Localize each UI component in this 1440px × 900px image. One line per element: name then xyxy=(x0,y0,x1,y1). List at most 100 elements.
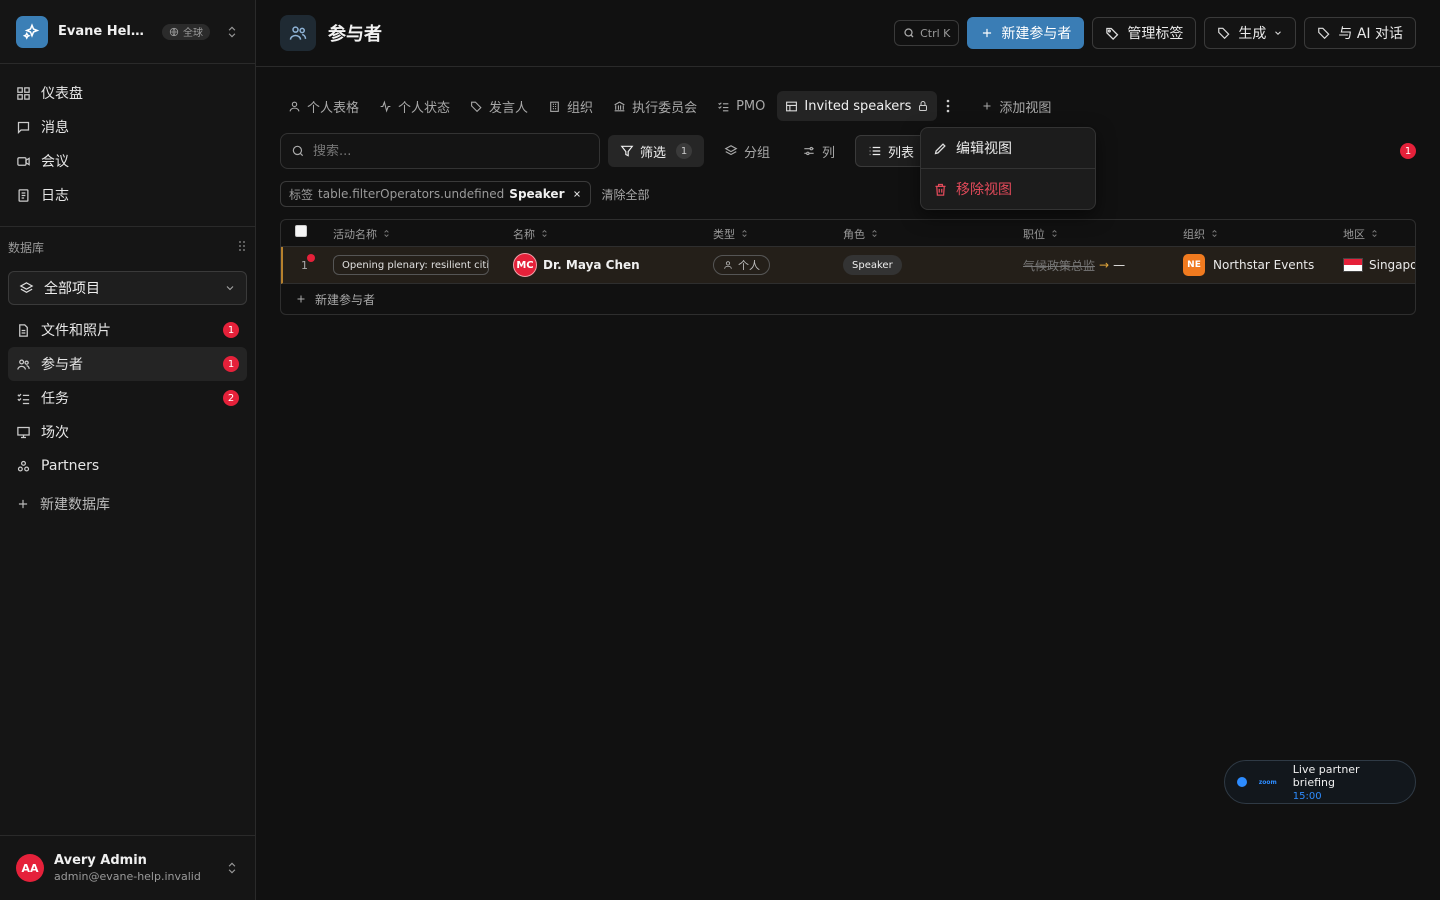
workspace-switcher[interactable]: Evane Help Center 全球 xyxy=(0,0,255,64)
event-pill: Opening plenary: resilient cities xyxy=(333,255,489,275)
new-database-button[interactable]: 新建数据库 xyxy=(8,487,247,521)
add-row-label: 新建参与者 xyxy=(315,292,376,307)
participant-name: Dr. Maya Chen xyxy=(543,258,640,272)
ai-chat-button[interactable]: 与 AI 对话 xyxy=(1304,17,1416,49)
column-header-label: 地区 xyxy=(1343,227,1365,241)
search-box[interactable] xyxy=(280,133,600,169)
column-header-event[interactable]: 活动名称 xyxy=(333,220,391,247)
tag-icon xyxy=(1218,27,1230,40)
search-input[interactable] xyxy=(313,143,573,159)
view-tabs: 个人表格 个人状态 发言人 组织 执行委员会 PMO Invited speak… xyxy=(280,91,1416,121)
chevron-updown-icon xyxy=(225,25,239,39)
filter-chip-operator: table.filterOperators.undefined xyxy=(318,187,505,201)
tab-pmo[interactable]: PMO xyxy=(709,91,773,121)
sidebar-item-tasks[interactable]: 任务 2 xyxy=(8,381,247,415)
type-label: 个人 xyxy=(738,259,760,272)
cell-name[interactable]: MC Dr. Maya Chen xyxy=(513,247,640,283)
meeting-info: Live partner briefing 15:00 xyxy=(1293,763,1403,802)
columns-label: 列 xyxy=(822,145,836,161)
presentation-icon xyxy=(17,426,30,438)
position-new: — xyxy=(1113,258,1126,272)
add-participant-row-button[interactable]: 新建参与者 xyxy=(295,287,375,311)
tab-person-table[interactable]: 个人表格 xyxy=(280,91,367,121)
nav-item-dashboard[interactable]: 仪表盘 xyxy=(8,76,247,110)
column-header-region[interactable]: 地区 xyxy=(1343,220,1379,247)
close-icon[interactable] xyxy=(572,189,582,199)
sidebar-item-partners[interactable]: Partners xyxy=(8,449,247,483)
manage-tags-button[interactable]: 管理标签 xyxy=(1092,17,1197,49)
workspace-logo-icon xyxy=(16,15,48,48)
columns-button[interactable]: 列 xyxy=(790,135,847,167)
edit-view-menu-item[interactable]: 编辑视图 xyxy=(921,128,1095,168)
cell-type[interactable]: 个人 xyxy=(713,247,770,283)
ai-chat-label: 与 AI 对话 xyxy=(1338,26,1403,42)
sidebar-item-sessions[interactable]: 场次 xyxy=(8,415,247,449)
cell-event[interactable]: Opening plenary: resilient cities xyxy=(333,247,489,283)
search-icon xyxy=(904,28,914,38)
nav-item-messages[interactable]: 消息 xyxy=(8,110,247,144)
tags-icon xyxy=(1106,27,1119,40)
person-icon xyxy=(289,101,300,111)
nav-item-meetings[interactable]: 会议 xyxy=(8,144,247,178)
filter-chip[interactable]: 标签 table.filterOperators.undefined Speak… xyxy=(280,181,592,207)
dashboard-icon xyxy=(17,86,30,100)
sidebar-item-participants[interactable]: 参与者 1 xyxy=(8,347,247,381)
cell-region[interactable]: Singapore xyxy=(1343,247,1415,283)
partners-icon xyxy=(17,460,30,471)
tab-executive-committee[interactable]: 执行委员会 xyxy=(605,91,705,121)
nav-item-log[interactable]: 日志 xyxy=(8,178,247,212)
sidebar-item-files[interactable]: 文件和照片 1 xyxy=(8,313,247,347)
column-header-type[interactable]: 类型 xyxy=(713,220,749,247)
tab-invited-speakers[interactable]: Invited speakers xyxy=(777,91,938,121)
cell-role[interactable]: Speaker xyxy=(843,247,902,283)
filter-button[interactable]: 筛选 1 xyxy=(608,135,705,167)
plus-icon xyxy=(983,102,991,110)
organization-logo: NE xyxy=(1183,254,1205,276)
table-row[interactable]: 1 Opening plenary: resilient cities MC D… xyxy=(281,247,1415,284)
notification-badge[interactable]: 1 xyxy=(1400,143,1416,159)
sidebar-item-label: 任务 xyxy=(41,391,69,407)
user-menu[interactable]: AA Avery Admin admin@evane-help.invalid xyxy=(0,835,255,900)
meeting-time: 15:00 xyxy=(1292,790,1322,802)
grip-icon[interactable] xyxy=(237,240,247,255)
person-icon xyxy=(724,261,732,269)
new-participant-button[interactable]: 新建参与者 xyxy=(967,17,1085,49)
tab-person-status[interactable]: 个人状态 xyxy=(371,91,458,121)
generate-button[interactable]: 生成 xyxy=(1204,17,1297,49)
chevron-updown-icon xyxy=(225,861,239,875)
app-root: Evane Help Center 全球 仪表盘 消息 会议 xyxy=(0,0,1440,900)
select-all-checkbox[interactable] xyxy=(295,225,307,237)
filter-chip-field: 标签 xyxy=(289,187,314,202)
cell-position[interactable]: 气候政策总监 → — xyxy=(1023,247,1125,283)
column-header-name[interactable]: 名称 xyxy=(513,220,549,247)
live-indicator xyxy=(1237,777,1247,787)
users-icon xyxy=(280,15,316,51)
add-view-button[interactable]: 添加视图 xyxy=(973,91,1059,121)
tab-speakers[interactable]: 发言人 xyxy=(462,91,536,121)
singapore-flag-icon xyxy=(1343,258,1363,272)
group-button[interactable]: 分组 xyxy=(712,135,782,167)
live-meeting-widget[interactable]: zoom Live partner briefing 15:00 xyxy=(1224,760,1416,804)
avatar: AA xyxy=(16,854,44,882)
sort-icon xyxy=(1212,229,1217,238)
filter-chip-value: Speaker xyxy=(509,187,565,201)
user-name: Avery Admin xyxy=(54,853,147,868)
new-participant-label: 新建参与者 xyxy=(1001,26,1072,42)
command-search-button[interactable]: Ctrl K xyxy=(894,20,960,46)
cell-organization[interactable]: NE Northstar Events xyxy=(1183,247,1314,283)
column-header-organization[interactable]: 组织 xyxy=(1183,220,1219,247)
column-header-role[interactable]: 角色 xyxy=(843,220,879,247)
more-vertical-icon[interactable] xyxy=(941,99,955,113)
tab-label: 发言人 xyxy=(489,100,529,116)
list-view-button[interactable]: 列表 xyxy=(855,135,928,167)
database-section-header: 数据库 xyxy=(0,227,255,267)
clear-all-filters-button[interactable]: 清除全部 xyxy=(601,186,649,203)
remove-view-menu-item[interactable]: 移除视图 xyxy=(921,169,1095,209)
database-section-label: 数据库 xyxy=(8,240,45,255)
database-scope-select[interactable]: 全部项目 xyxy=(8,271,247,305)
column-header-position[interactable]: 职位 xyxy=(1023,220,1059,247)
menu-item-label: 编辑视图 xyxy=(956,141,1012,157)
activity-icon xyxy=(380,99,391,113)
row-number: 1 xyxy=(301,258,308,272)
tab-organizations[interactable]: 组织 xyxy=(540,91,601,121)
